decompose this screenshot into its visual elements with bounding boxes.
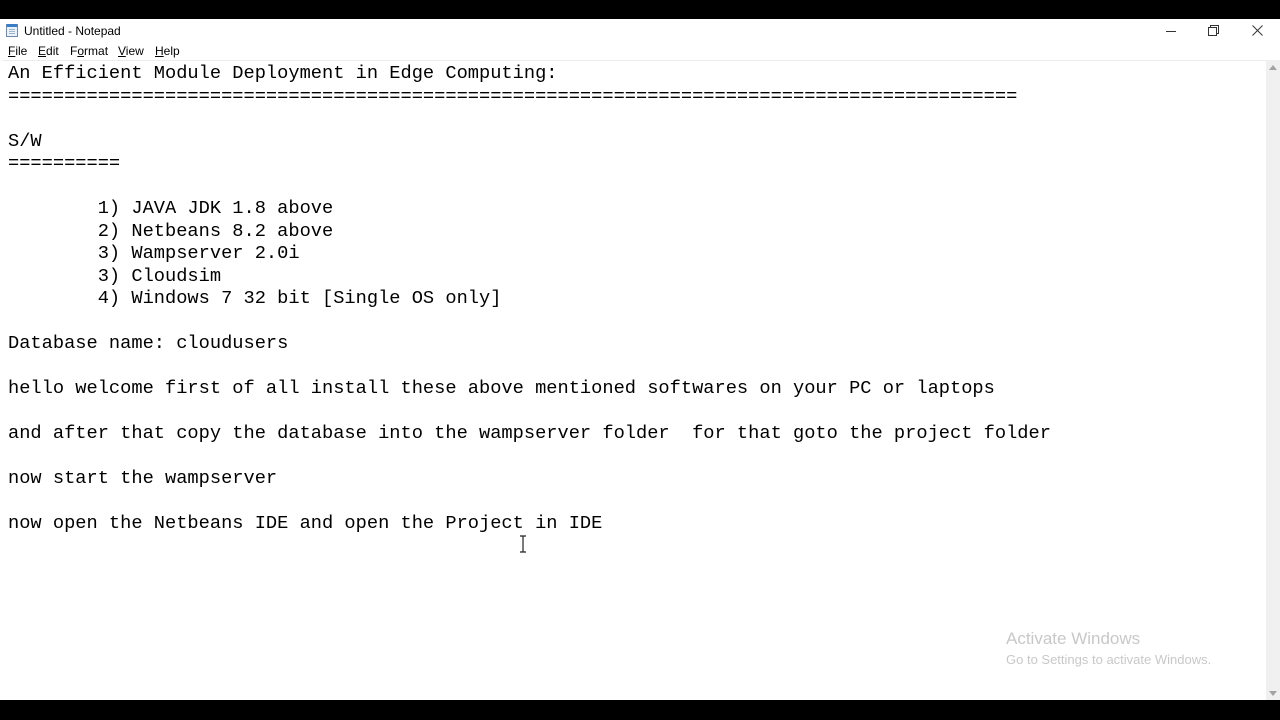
text-line: 2) Netbeans 8.2 above	[8, 219, 334, 242]
minimize-icon	[1166, 30, 1176, 32]
text-line: S/W	[8, 129, 42, 152]
text-line: 3) Wampserver 2.0i	[8, 242, 300, 264]
vertical-scrollbar[interactable]	[1266, 60, 1280, 700]
text-line: Database name: cloudusers	[8, 332, 289, 354]
chevron-up-icon	[1269, 64, 1277, 70]
close-button[interactable]	[1235, 19, 1279, 42]
text-line: 1) JAVA JDK 1.8 above	[8, 197, 334, 219]
document-text[interactable]: An Efficient Module Deployment in Edge C…	[8, 62, 1051, 535]
text-line: now open the Netbeans IDE and open the P…	[8, 512, 603, 534]
menu-view[interactable]: View	[118, 44, 144, 58]
menu-help[interactable]: Help	[155, 44, 180, 58]
watermark-title: Activate Windows	[1006, 629, 1141, 648]
text-line: now start the wampserver	[8, 467, 278, 489]
text-line: and after that copy the database into th…	[8, 422, 1051, 444]
text-line: hello welcome first of all install these…	[8, 377, 995, 399]
title-bar[interactable]: Untitled - Notepad	[0, 19, 1280, 42]
menu-bar: File Edit Format View Help	[0, 42, 1280, 60]
chevron-down-icon	[1269, 690, 1277, 696]
minimize-button[interactable]	[1149, 19, 1193, 42]
text-editor[interactable]: An Efficient Module Deployment in Edge C…	[2, 60, 1266, 700]
notepad-icon[interactable]	[6, 24, 18, 37]
text-line: ==========	[8, 152, 121, 174]
notepad-window: Untitled - Notepad File Edit Format View…	[0, 19, 1280, 700]
scroll-up-button[interactable]	[1266, 60, 1280, 74]
restore-button[interactable]	[1191, 19, 1235, 42]
activate-windows-watermark: Activate Windows Go to Settings to activ…	[1006, 628, 1211, 670]
scroll-down-button[interactable]	[1266, 686, 1280, 700]
watermark-subtitle: Go to Settings to activate Windows.	[1006, 652, 1212, 667]
menu-file[interactable]: File	[8, 44, 27, 58]
text-line: 3) Cloudsim	[8, 264, 222, 287]
text-line: An Efficient Module Deployment in Edge C…	[8, 62, 558, 84]
menu-format[interactable]: Format	[70, 44, 108, 58]
text-cursor-icon	[520, 535, 526, 553]
text-line: ========================================…	[8, 84, 1018, 107]
restore-icon	[1207, 25, 1219, 36]
close-icon	[1251, 25, 1263, 36]
text-line: 4) Windows 7 32 bit [Single OS only]	[8, 287, 502, 309]
window-title: Untitled - Notepad	[24, 24, 121, 38]
menu-edit[interactable]: Edit	[38, 44, 59, 58]
